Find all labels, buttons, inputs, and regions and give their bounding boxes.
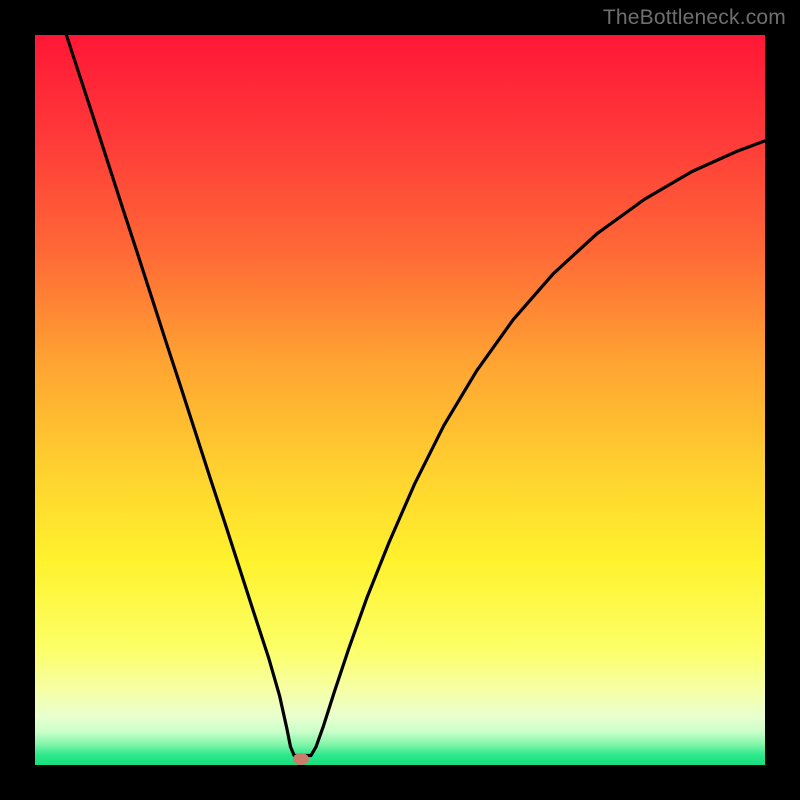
watermark-text: TheBottleneck.com [603, 6, 786, 30]
plot-area [35, 35, 765, 765]
chart-frame: TheBottleneck.com [0, 0, 800, 800]
background-gradient [35, 35, 765, 765]
